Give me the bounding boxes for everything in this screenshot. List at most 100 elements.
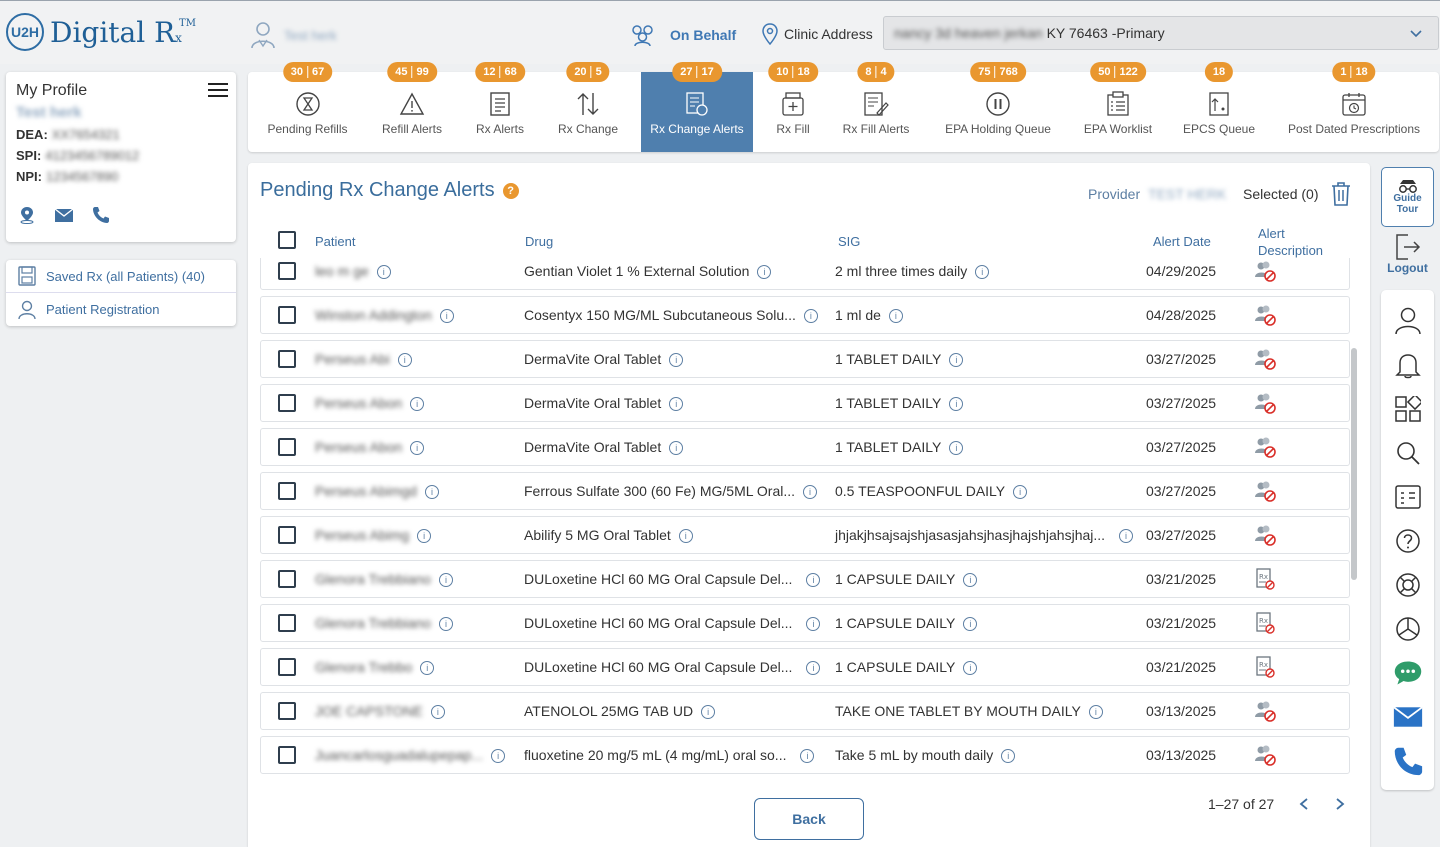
column-alert-date[interactable]: Alert Date xyxy=(1153,234,1211,249)
patient-name[interactable]: Juancarlosguadalupepap... xyxy=(315,747,483,763)
rx-document-alert-icon[interactable]: Rx xyxy=(1254,656,1276,678)
menu-icon[interactable] xyxy=(208,82,228,98)
info-icon[interactable]: i xyxy=(376,265,391,280)
table-row[interactable]: Glenora Trebbiano i DULoxetine HCl 60 MG … xyxy=(260,560,1350,598)
info-icon[interactable]: i xyxy=(888,309,903,324)
patient-registration-link[interactable]: Patient Registration xyxy=(6,293,236,326)
trash-icon[interactable] xyxy=(1330,181,1352,207)
guide-tour-button[interactable]: Guide Tour xyxy=(1381,167,1434,227)
info-icon[interactable]: i xyxy=(806,573,821,588)
patient-name[interactable]: Perseus Abi xyxy=(315,351,390,367)
info-icon[interactable]: i xyxy=(669,353,684,368)
tab-rx-change-alerts[interactable]: 27 17 Rx Change Alerts xyxy=(641,62,753,152)
info-icon[interactable]: i xyxy=(963,617,978,632)
info-icon[interactable]: i xyxy=(410,397,425,412)
row-checkbox[interactable] xyxy=(278,658,296,676)
info-icon[interactable]: i xyxy=(800,749,815,764)
patient-name[interactable]: Winston Addington xyxy=(315,307,432,323)
patient-name[interactable]: leo m ge xyxy=(315,263,369,279)
digital-rx-logo[interactable]: U2H Digital Rx TM xyxy=(6,13,196,51)
chevron-left-icon[interactable] xyxy=(1298,797,1310,811)
patient-alert-icon[interactable] xyxy=(1254,260,1276,282)
patient-alert-icon[interactable] xyxy=(1254,304,1276,326)
row-checkbox[interactable] xyxy=(278,482,296,500)
chat-button[interactable] xyxy=(1393,658,1423,688)
info-icon[interactable]: i xyxy=(757,265,772,280)
column-alert-description[interactable]: Alert Description xyxy=(1258,225,1323,259)
info-icon[interactable]: i xyxy=(430,705,445,720)
saved-rx-link[interactable]: Saved Rx (all Patients) (40) xyxy=(6,260,236,293)
info-icon[interactable]: i xyxy=(701,705,716,720)
email-icon[interactable] xyxy=(54,206,74,224)
patient-alert-icon[interactable] xyxy=(1254,480,1276,502)
info-icon[interactable]: i xyxy=(410,441,425,456)
tab-epcs-queue[interactable]: 18 EPCS Queue xyxy=(1180,62,1258,152)
tab-rx-alerts[interactable]: 12 68 Rx Alerts xyxy=(470,62,530,152)
table-row[interactable]: JOE CAPSTONE i ATENOLOL 25MG TAB UD i TAKE… xyxy=(260,692,1350,730)
column-patient[interactable]: Patient xyxy=(315,234,355,249)
provider-filter[interactable]: Provider TEST HERK xyxy=(1088,186,1226,202)
patient-alert-icon[interactable] xyxy=(1254,436,1276,458)
info-icon[interactable]: i xyxy=(1001,749,1016,764)
table-row[interactable]: Glenora Trebbo i DULoxetine HCl 60 MG Ora… xyxy=(260,648,1350,686)
column-sig[interactable]: SIG xyxy=(838,234,860,249)
tab-pending-refills[interactable]: 30 67 Pending Refills xyxy=(256,62,359,152)
back-button[interactable]: Back xyxy=(754,798,864,840)
row-checkbox[interactable] xyxy=(278,570,296,588)
info-icon[interactable]: i xyxy=(949,397,964,412)
chevron-right-icon[interactable] xyxy=(1334,797,1346,811)
row-checkbox[interactable] xyxy=(278,394,296,412)
patient-name[interactable]: Perseus Abimgd xyxy=(315,483,417,499)
tab-rx-fill[interactable]: 10 18 Rx Fill xyxy=(768,62,818,152)
logout-button[interactable]: Logout xyxy=(1381,233,1434,283)
select-all-checkbox[interactable] xyxy=(278,231,296,249)
info-icon[interactable]: i xyxy=(1119,529,1134,544)
tab-epa-holding-queue[interactable]: 75 768 EPA Holding Queue xyxy=(938,62,1058,152)
table-scrollbar[interactable] xyxy=(1351,348,1357,580)
info-icon[interactable]: i xyxy=(1013,485,1028,500)
search-button[interactable] xyxy=(1393,438,1423,468)
patient-alert-icon[interactable] xyxy=(1254,524,1276,546)
info-icon[interactable]: i xyxy=(439,309,454,324)
tab-rx-change[interactable]: 20 5 Rx Change xyxy=(548,62,628,152)
patient-name[interactable]: Glenora Trebbiano xyxy=(315,571,431,587)
patient-alert-icon[interactable] xyxy=(1254,348,1276,370)
info-icon[interactable]: i xyxy=(1088,705,1103,720)
help-icon[interactable]: ? xyxy=(502,182,519,199)
patient-alert-icon[interactable] xyxy=(1254,700,1276,722)
info-icon[interactable]: i xyxy=(806,617,821,632)
patient-name[interactable]: Perseus Abimg xyxy=(315,527,409,543)
reports-button[interactable] xyxy=(1393,614,1423,644)
info-icon[interactable]: i xyxy=(491,749,506,764)
notifications-button[interactable] xyxy=(1393,350,1423,380)
info-icon[interactable]: i xyxy=(949,441,964,456)
row-checkbox[interactable] xyxy=(278,526,296,544)
table-row[interactable]: Perseus Abon i DermaVite Oral Tablet i 1 T… xyxy=(260,384,1350,422)
patient-alert-icon[interactable] xyxy=(1254,392,1276,414)
current-user[interactable]: Test herk xyxy=(250,21,337,49)
info-icon[interactable]: i xyxy=(420,661,435,676)
patient-name[interactable]: Glenora Trebbo xyxy=(315,659,412,675)
info-icon[interactable]: i xyxy=(806,661,821,676)
info-icon[interactable]: i xyxy=(963,573,978,588)
location-icon[interactable] xyxy=(18,206,36,224)
support-button[interactable] xyxy=(1393,570,1423,600)
patient-name[interactable]: Glenora Trebbiano xyxy=(315,615,431,631)
phone-icon[interactable] xyxy=(92,206,110,224)
info-icon[interactable]: i xyxy=(975,265,990,280)
form-button[interactable] xyxy=(1393,482,1423,512)
info-icon[interactable]: i xyxy=(669,441,684,456)
info-icon[interactable]: i xyxy=(963,661,978,676)
table-row[interactable]: Glenora Trebbiano i DULoxetine HCl 60 MG … xyxy=(260,604,1350,642)
patient-alert-icon[interactable] xyxy=(1254,744,1276,766)
table-row[interactable]: leo m ge i Gentian Violet 1 % External So… xyxy=(260,258,1350,290)
row-checkbox[interactable] xyxy=(278,702,296,720)
apps-button[interactable] xyxy=(1393,394,1423,424)
info-icon[interactable]: i xyxy=(397,353,412,368)
table-row[interactable]: Perseus Abon i DermaVite Oral Tablet i 1 T… xyxy=(260,428,1350,466)
table-row[interactable]: Winston Addington i Cosentyx 150 MG/ML Su… xyxy=(260,296,1350,334)
tab-refill-alerts[interactable]: 45 99 Refill Alerts xyxy=(370,62,454,152)
tab-rx-fill-alerts[interactable]: 84 Rx Fill Alerts xyxy=(836,62,916,152)
row-checkbox[interactable] xyxy=(278,262,296,280)
column-drug[interactable]: Drug xyxy=(525,234,553,249)
